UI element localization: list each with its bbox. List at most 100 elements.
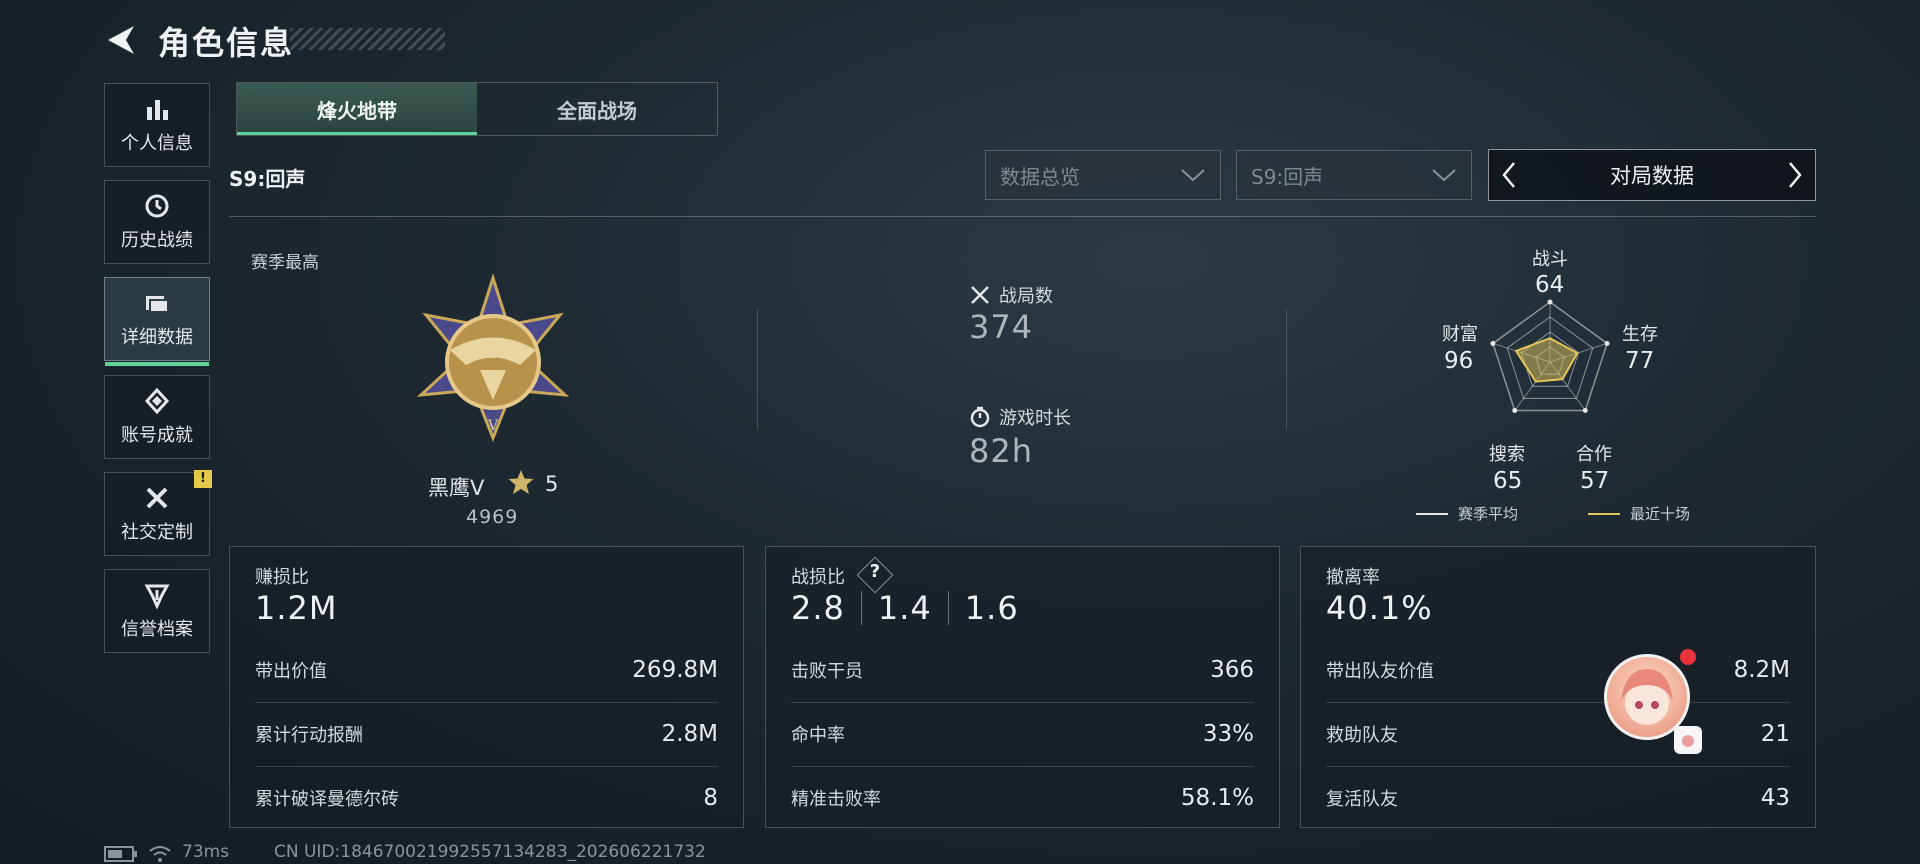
extraction-rate-value: 40.1% bbox=[1326, 589, 1433, 627]
radar-axis-dot bbox=[1604, 340, 1610, 346]
radar-value-combat: 64 bbox=[1535, 272, 1565, 298]
profit-ratio-value: 1.2M bbox=[255, 589, 338, 627]
sidebar-item-achievements[interactable]: 账号成就 bbox=[104, 375, 210, 459]
radar-value-search: 65 bbox=[1493, 468, 1523, 494]
pager-label: 对局数据 bbox=[1610, 164, 1694, 188]
avatar-action-button[interactable] bbox=[1674, 726, 1702, 754]
stat-row: 累计行动报酬 2.8M bbox=[255, 703, 718, 765]
row-value: 366 bbox=[1210, 657, 1254, 683]
title-decoration bbox=[290, 28, 445, 50]
help-icon-glyph: ? bbox=[869, 561, 881, 582]
sidebar-item-label: 账号成就 bbox=[121, 425, 193, 446]
row-value: 8.2M bbox=[1733, 657, 1790, 683]
achievement-icon bbox=[144, 387, 170, 415]
stat-row: 带出价值 269.8M bbox=[255, 639, 718, 701]
row-value: 33% bbox=[1202, 721, 1254, 747]
tab-full-battlefield[interactable]: 全面战场 bbox=[477, 83, 717, 135]
sidebar-item-label: 个人信息 bbox=[121, 133, 193, 154]
value-separator bbox=[860, 591, 862, 625]
kd-value: 2.8 bbox=[791, 589, 845, 627]
back-arrow-icon[interactable] bbox=[100, 22, 140, 58]
value-separator bbox=[947, 591, 949, 625]
sidebar-item-history[interactable]: 历史战绩 bbox=[104, 180, 210, 264]
row-value: 2.8M bbox=[661, 721, 718, 747]
legend-recent: 最近十场 bbox=[1630, 505, 1691, 523]
kd-values: 2.8 1.4 1.6 bbox=[791, 589, 1019, 627]
stat-row: 复活队友 43 bbox=[1326, 767, 1790, 829]
card-title: 战损比 bbox=[791, 567, 845, 588]
sidebar-item-personal-info[interactable]: 个人信息 bbox=[104, 83, 210, 167]
warning-badge: ! bbox=[194, 470, 212, 488]
radar-label-combat: 战斗 bbox=[1532, 249, 1568, 270]
sidebar-item-detailed-data[interactable]: 详细数据 bbox=[104, 277, 210, 366]
stopwatch-icon bbox=[970, 406, 990, 428]
playtime-label: 游戏时长 bbox=[999, 408, 1071, 429]
dropdown-value: 数据总览 bbox=[1000, 164, 1080, 189]
row-label: 救助队友 bbox=[1326, 725, 1398, 746]
row-label: 精准击败率 bbox=[791, 789, 881, 810]
radar-value-wealth: 96 bbox=[1444, 348, 1474, 374]
radar-axis-dot bbox=[1547, 299, 1553, 305]
sidebar-item-credit[interactable]: 信誉档案 bbox=[104, 569, 210, 653]
section-divider bbox=[757, 310, 758, 430]
legend-recent-swatch bbox=[1588, 513, 1620, 515]
chevron-left-icon[interactable] bbox=[1501, 161, 1517, 189]
rank-name: 黑鹰V bbox=[428, 476, 485, 500]
rank-star-count: 5 bbox=[545, 472, 559, 496]
sidebar-item-label: 历史战绩 bbox=[121, 230, 193, 251]
row-value: 58.1% bbox=[1180, 785, 1254, 811]
notification-dot bbox=[1680, 649, 1696, 665]
tab-firezone[interactable]: 烽火地带 bbox=[237, 83, 477, 135]
kd-value: 1.4 bbox=[877, 589, 932, 627]
credit-icon bbox=[144, 584, 170, 609]
radar-label-survival: 生存 bbox=[1622, 324, 1658, 345]
crossed-swords-icon bbox=[971, 286, 989, 304]
matches-value: 374 bbox=[969, 308, 1034, 346]
stat-row: 命中率 33% bbox=[791, 703, 1254, 765]
mode-tabs: 烽火地带 全面战场 bbox=[236, 82, 718, 136]
row-label: 累计破译曼德尔砖 bbox=[255, 789, 399, 810]
row-label: 击败干员 bbox=[791, 661, 863, 682]
kd-value: 1.6 bbox=[964, 589, 1019, 627]
extraction-rate-card: 撤离率 40.1% 带出队友价值 8.2M 救助队友 21 复活队友 43 bbox=[1300, 546, 1816, 828]
page-title: 角色信息 bbox=[158, 24, 295, 62]
row-value: 21 bbox=[1760, 721, 1790, 747]
row-label: 命中率 bbox=[791, 725, 845, 746]
legend-season-avg-swatch bbox=[1416, 513, 1448, 515]
legend-season-avg: 赛季平均 bbox=[1458, 505, 1519, 523]
radar-value-coop: 57 bbox=[1580, 468, 1610, 494]
season-label: S9:回声 bbox=[229, 167, 306, 191]
radar-value-survival: 77 bbox=[1625, 348, 1655, 374]
sidebar-item-label: 社交定制 bbox=[121, 522, 193, 543]
row-label: 带出队友价值 bbox=[1326, 661, 1434, 682]
stat-row: 击败干员 366 bbox=[791, 639, 1254, 701]
chevron-right-icon[interactable] bbox=[1787, 161, 1803, 189]
rank-score: 4969 bbox=[466, 506, 519, 528]
hand-icon bbox=[1682, 735, 1694, 747]
star-icon bbox=[508, 470, 534, 494]
ping-value: 73ms bbox=[182, 842, 230, 862]
bar-chart-icon bbox=[147, 100, 168, 120]
battery-icon bbox=[104, 846, 137, 862]
radar-label-wealth: 财富 bbox=[1442, 324, 1478, 345]
row-value: 8 bbox=[703, 785, 718, 811]
history-icon bbox=[145, 194, 169, 218]
radar-axis-dot bbox=[1490, 340, 1496, 346]
card-title: 赚损比 bbox=[255, 567, 309, 588]
dropdown-value: S9:回声 bbox=[1251, 164, 1324, 189]
profit-ratio-card: 赚损比 1.2M 带出价值 269.8M 累计行动报酬 2.8M 累计破译曼德尔… bbox=[229, 546, 744, 828]
row-label: 带出价值 bbox=[255, 661, 327, 682]
radar-label-search: 搜索 bbox=[1489, 444, 1525, 465]
stat-row: 精准击败率 58.1% bbox=[791, 767, 1254, 829]
season-best-title: 赛季最高 bbox=[251, 253, 319, 273]
wifi-icon bbox=[149, 846, 171, 862]
stat-row: 带出队友价值 8.2M bbox=[1326, 639, 1790, 701]
matches-label: 战局数 bbox=[999, 286, 1053, 307]
rank-emblem-icon: V bbox=[416, 273, 570, 443]
row-value: 43 bbox=[1760, 785, 1790, 811]
season-dropdown[interactable]: S9:回声 bbox=[1236, 150, 1472, 200]
card-title: 撤离率 bbox=[1326, 567, 1380, 588]
row-label: 累计行动报酬 bbox=[255, 725, 363, 746]
radar-axis-dot bbox=[1512, 408, 1518, 414]
data-type-dropdown[interactable]: 数据总览 bbox=[985, 150, 1221, 200]
